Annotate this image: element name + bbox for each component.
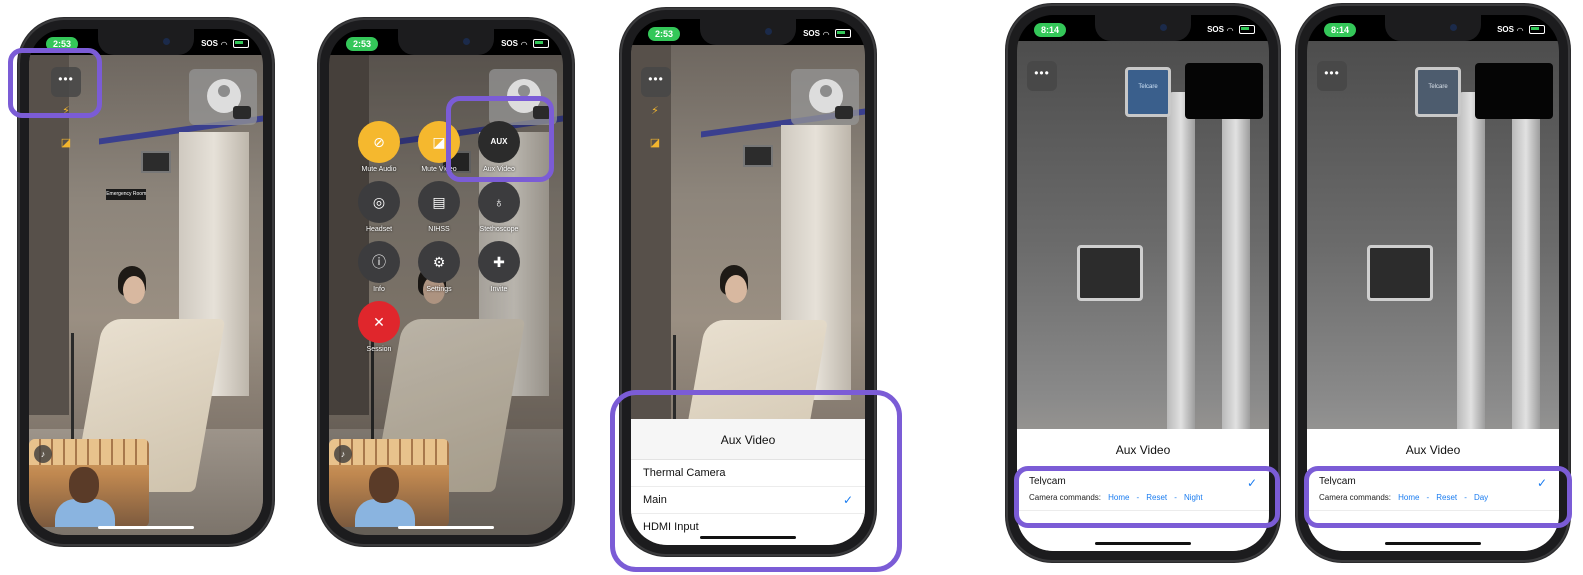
settings-button[interactable]: ⚙ Settings: [409, 241, 469, 293]
mute-audio-button[interactable]: ⊘ Mute Audio: [349, 121, 409, 173]
sos-label: SOS: [1207, 25, 1224, 34]
close-icon: ✕: [358, 301, 400, 343]
end-session-button[interactable]: ✕ Session: [349, 301, 409, 353]
remote-video-tile[interactable]: [1475, 63, 1553, 119]
more-options-button[interactable]: •••: [641, 67, 671, 97]
monitor-brand: Telcare: [1428, 83, 1448, 90]
wifi-icon: ◠: [521, 40, 528, 49]
home-indicator: [1095, 542, 1191, 545]
wifi-icon: ◠: [221, 40, 228, 49]
headset-icon: ◎: [358, 181, 400, 223]
sos-label: SOS: [501, 39, 518, 48]
sos-label: SOS: [803, 29, 820, 38]
more-options-button[interactable]: •••: [1317, 61, 1347, 91]
wifi-icon: ◠: [1517, 26, 1524, 35]
time: 8:14: [1034, 23, 1067, 37]
sos-label: SOS: [1497, 25, 1514, 34]
room-sign: Emergency Room: [106, 189, 146, 201]
sheet-title: Aux Video: [1017, 429, 1269, 470]
mic-icon: ♪: [34, 445, 52, 463]
home-indicator: [1385, 542, 1481, 545]
device-screen: Telcare: [1415, 66, 1461, 117]
mic-muted-icon: ⚡: [651, 105, 659, 117]
notch: [700, 19, 796, 45]
home-indicator: [98, 526, 194, 529]
mic-off-icon: ⊘: [358, 121, 400, 163]
video-muted-icon: ◪: [649, 137, 661, 149]
notch: [1095, 15, 1191, 41]
battery-icon: [233, 39, 249, 48]
nihss-button[interactable]: ▤ NIHSS: [409, 181, 469, 233]
gear-icon: ⚙: [418, 241, 460, 283]
info-button[interactable]: ⓘ Info: [349, 241, 409, 293]
headset-button[interactable]: ◎ Headset: [349, 181, 409, 233]
notch: [398, 29, 494, 55]
notch: [98, 29, 194, 55]
sos-label: SOS: [201, 39, 218, 48]
camera-off-icon: [233, 106, 251, 119]
highlight-more-button: [8, 48, 102, 118]
patient-monitor: [141, 151, 172, 173]
stethoscope-icon: ♁: [478, 181, 520, 223]
time: 2:53: [346, 37, 379, 51]
more-options-button[interactable]: •••: [1027, 61, 1057, 91]
wifi-icon: ◠: [823, 30, 830, 39]
device-screen: Telcare: [1125, 66, 1171, 117]
add-person-icon: ✚: [478, 241, 520, 283]
self-view-tile[interactable]: ♪: [329, 439, 449, 527]
video-muted-icon: ◪: [60, 137, 72, 149]
sheet-title: Aux Video: [1307, 429, 1559, 470]
highlight-aux-video: [446, 96, 554, 182]
camera-off-icon: [835, 106, 853, 119]
nihss-icon: ▤: [418, 181, 460, 223]
notch: [1385, 15, 1481, 41]
remote-avatar-tile[interactable]: [189, 69, 257, 125]
highlight-telycam-night: [1014, 466, 1280, 528]
remote-video-tile[interactable]: [1185, 63, 1263, 119]
time: 8:14: [1324, 23, 1357, 37]
mic-icon: ♪: [334, 445, 352, 463]
battery-icon: [533, 39, 549, 48]
stethoscope-button[interactable]: ♁ Stethoscope: [469, 181, 529, 233]
highlight-aux-sheet: [610, 390, 902, 572]
info-icon: ⓘ: [358, 241, 400, 283]
battery-icon: [1529, 25, 1545, 34]
remote-avatar-tile[interactable]: [791, 69, 859, 125]
battery-icon: [1239, 25, 1255, 34]
battery-icon: [835, 29, 851, 38]
highlight-telycam-day: [1304, 466, 1572, 528]
wifi-icon: ◠: [1227, 26, 1234, 35]
time: 2:53: [648, 27, 681, 41]
home-indicator: [398, 526, 494, 529]
invite-button[interactable]: ✚ Invite: [469, 241, 529, 293]
self-view-tile[interactable]: ♪: [29, 439, 149, 527]
monitor-brand: Telcare: [1138, 83, 1158, 90]
